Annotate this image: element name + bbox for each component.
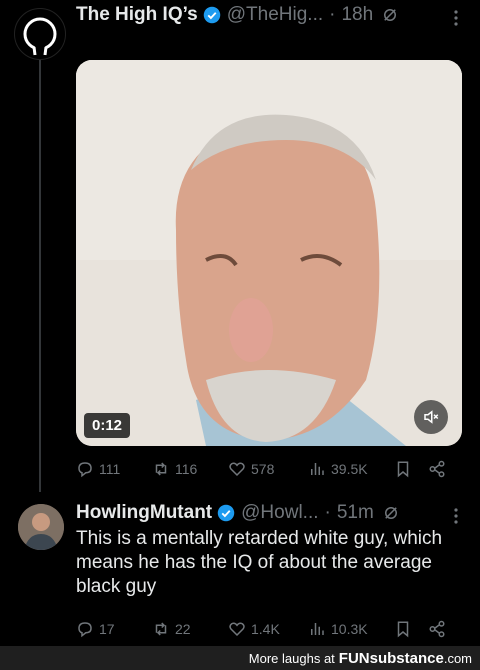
- reply-icon: [78, 462, 92, 478]
- brand-domain: .com: [443, 650, 472, 666]
- author-handle[interactable]: @Howl...: [241, 502, 318, 524]
- bookmark-icon[interactable]: [394, 460, 412, 478]
- video-duration: 0:12: [84, 413, 131, 438]
- avatar[interactable]: [14, 8, 66, 60]
- heart-icon: [229, 462, 245, 477]
- retweet-count: 22: [175, 621, 191, 637]
- retweet-count: 116: [175, 461, 198, 477]
- reply-count: 17: [99, 621, 115, 637]
- reply-action[interactable]: 111: [76, 460, 152, 478]
- mute-button[interactable]: [414, 400, 448, 434]
- speaker-muted-icon: [424, 410, 439, 424]
- author-handle[interactable]: @TheHig...: [227, 4, 323, 26]
- video-thumbnail: [76, 60, 462, 446]
- views-chart-icon: [311, 623, 324, 635]
- more-options-icon[interactable]: [446, 8, 466, 28]
- tweet-text: This is a mentally retarded white guy, w…: [76, 528, 443, 597]
- reply-action[interactable]: 17: [76, 620, 152, 638]
- tweet-header: HowlingMutant @Howl... · 51m: [76, 502, 400, 524]
- like-count: 578: [251, 461, 275, 477]
- view-count: 10.3K: [331, 621, 368, 637]
- retweet-action[interactable]: 22: [152, 620, 228, 638]
- retweet-icon: [155, 622, 167, 636]
- share-icon[interactable]: [428, 620, 446, 638]
- tweet-header: The High IQ’s @TheHig... · 18h: [76, 4, 399, 26]
- retweet-action[interactable]: 116: [152, 460, 228, 478]
- separator-dot: ·: [329, 4, 336, 25]
- reply-count: 111: [99, 461, 121, 477]
- like-count: 1.4K: [251, 621, 280, 637]
- brand-name: FUNsubstance: [338, 649, 444, 667]
- author-name[interactable]: HowlingMutant: [76, 502, 212, 524]
- tweet-actions: 17 22 1.4K 10.3K: [76, 620, 456, 638]
- separator-dot: ·: [324, 502, 331, 523]
- view-count: 39.5K: [331, 461, 368, 477]
- like-action[interactable]: 1.4K: [228, 620, 308, 638]
- like-action[interactable]: 578: [228, 460, 308, 478]
- retweet-icon: [155, 462, 167, 476]
- watermark-footer[interactable]: More laughs at FUNsubstance .com: [0, 646, 480, 670]
- thread-line: [39, 52, 41, 492]
- more-options-icon[interactable]: [446, 506, 466, 526]
- avatar[interactable]: [18, 504, 64, 550]
- share-icon[interactable]: [428, 460, 446, 478]
- more-laughs-text: More laughs at: [248, 650, 335, 666]
- user-photo-icon: [18, 504, 64, 550]
- head-profile-logo-icon: [23, 17, 57, 56]
- views-chart-icon: [311, 463, 324, 475]
- grok-icon[interactable]: [381, 6, 399, 24]
- verified-badge-icon: [217, 504, 235, 522]
- author-name[interactable]: The High IQ’s: [76, 4, 198, 26]
- bookmark-icon[interactable]: [394, 620, 412, 638]
- views-action[interactable]: 10.3K: [308, 620, 394, 638]
- verified-badge-icon: [203, 6, 220, 24]
- video-player[interactable]: 0:12: [76, 60, 462, 446]
- timestamp[interactable]: 18h: [341, 4, 373, 26]
- grok-icon[interactable]: [382, 504, 400, 522]
- reply-icon: [78, 622, 92, 638]
- tweet-actions: 111 116 578 39.5K: [76, 460, 456, 478]
- views-action[interactable]: 39.5K: [308, 460, 394, 478]
- timestamp[interactable]: 51m: [337, 502, 374, 524]
- heart-icon: [229, 622, 245, 637]
